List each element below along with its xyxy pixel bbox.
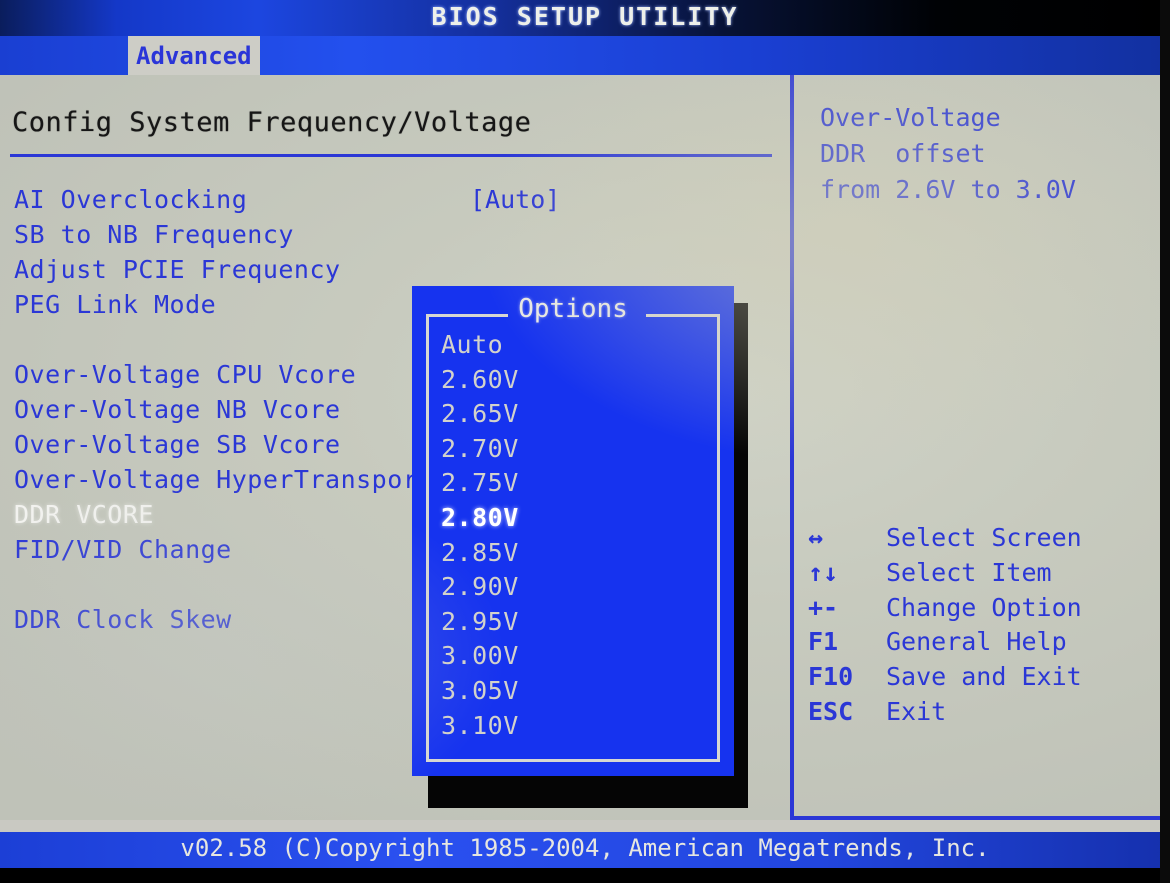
option-item[interactable]: 2.90V bbox=[441, 572, 519, 601]
plus-minus-icon: +- bbox=[808, 592, 839, 622]
menu-item[interactable]: Over-Voltage HyperTransport bbox=[14, 465, 434, 494]
menu-item[interactable]: Over-Voltage SB Vcore bbox=[14, 430, 341, 459]
key-legend-row: ↑↓ Select Item bbox=[794, 558, 1170, 593]
help-line: from 2.6V to 3.0V bbox=[820, 175, 1076, 204]
menu-item[interactable]: Over-Voltage CPU Vcore bbox=[14, 360, 356, 389]
help-line: Over-Voltage bbox=[820, 103, 1001, 132]
key-legend-row: +- Change Option bbox=[794, 593, 1170, 628]
option-item[interactable]: 2.60V bbox=[441, 365, 519, 394]
help-line: DDR offset bbox=[820, 139, 986, 168]
left-right-arrow-icon: ↔ bbox=[808, 523, 824, 552]
key-legend-row: ↔ Select Screen bbox=[794, 523, 1170, 558]
option-item[interactable]: 2.85V bbox=[441, 538, 519, 567]
bios-setup-screen: BIOS SETUP UTILITY Advanced Config Syste… bbox=[0, 0, 1170, 883]
key-legend-label: General Help bbox=[886, 627, 1067, 657]
copyright-text: v02.58 (C)Copyright 1985-2004, American … bbox=[180, 834, 990, 862]
option-item[interactable]: 3.05V bbox=[441, 676, 519, 705]
bottom-bezel bbox=[0, 868, 1170, 883]
app-title: BIOS SETUP UTILITY bbox=[431, 2, 739, 31]
key-legend-row: F10 Save and Exit bbox=[794, 662, 1170, 697]
menu-item[interactable]: AI Overclocking bbox=[14, 185, 247, 214]
f1-key-icon: F1 bbox=[808, 627, 839, 657]
help-panel: Over-Voltage DDR offset from 2.6V to 3.0V … bbox=[790, 75, 1170, 820]
option-item[interactable]: 2.70V bbox=[441, 434, 519, 463]
menu-item[interactable]: Over-Voltage NB Vcore bbox=[14, 395, 341, 424]
right-bezel bbox=[1160, 0, 1170, 883]
footer-top-strip bbox=[0, 820, 1170, 832]
option-item-selected[interactable]: 2.80V bbox=[441, 503, 519, 532]
title-divider bbox=[10, 154, 772, 157]
f10-key-icon: F10 bbox=[808, 662, 854, 692]
option-item[interactable]: 2.75V bbox=[441, 468, 519, 497]
menu-item[interactable]: DDR Clock Skew bbox=[14, 605, 232, 634]
key-legend-label: Select Item bbox=[886, 557, 1052, 587]
options-dialog-title: Options bbox=[518, 294, 628, 324]
menu-item[interactable]: PEG Link Mode bbox=[14, 290, 216, 319]
options-dialog[interactable]: Options Auto 2.60V 2.65V 2.70V 2.75V 2.80V 2.8… bbox=[412, 286, 734, 776]
tab-bar: Advanced bbox=[0, 36, 1170, 75]
key-legend-row: ESC Exit bbox=[794, 697, 1170, 732]
body-area: Config System Frequency/Voltage AI Overc… bbox=[0, 75, 1170, 820]
option-item[interactable]: 2.65V bbox=[441, 399, 519, 428]
key-legend-label: Select Screen bbox=[886, 523, 1082, 552]
option-item[interactable]: Auto bbox=[441, 330, 503, 359]
option-item[interactable]: 3.10V bbox=[441, 711, 519, 740]
title-bar: BIOS SETUP UTILITY bbox=[0, 0, 1170, 36]
menu-item-value[interactable]: [Auto] bbox=[470, 185, 560, 214]
page-title: Config System Frequency/Voltage bbox=[12, 107, 532, 138]
menu-item[interactable]: DDR VCORE bbox=[14, 500, 154, 529]
footer-bar: v02.58 (C)Copyright 1985-2004, American … bbox=[0, 832, 1170, 868]
up-down-arrow-icon: ↑↓ bbox=[808, 557, 839, 587]
menu-item[interactable]: SB to NB Frequency bbox=[14, 220, 294, 249]
key-legend-label: Change Option bbox=[886, 592, 1082, 622]
tab-advanced[interactable]: Advanced bbox=[128, 36, 260, 75]
key-legend-label: Save and Exit bbox=[886, 662, 1082, 692]
option-item[interactable]: 3.00V bbox=[441, 641, 519, 670]
key-legend-label: Exit bbox=[886, 697, 947, 726]
option-item[interactable]: 2.95V bbox=[441, 607, 519, 636]
key-legend-row: F1 General Help bbox=[794, 627, 1170, 662]
esc-key-icon: ESC bbox=[808, 697, 854, 726]
menu-item[interactable]: Adjust PCIE Frequency bbox=[14, 255, 341, 284]
menu-item[interactable]: FID/VID Change bbox=[14, 535, 232, 564]
